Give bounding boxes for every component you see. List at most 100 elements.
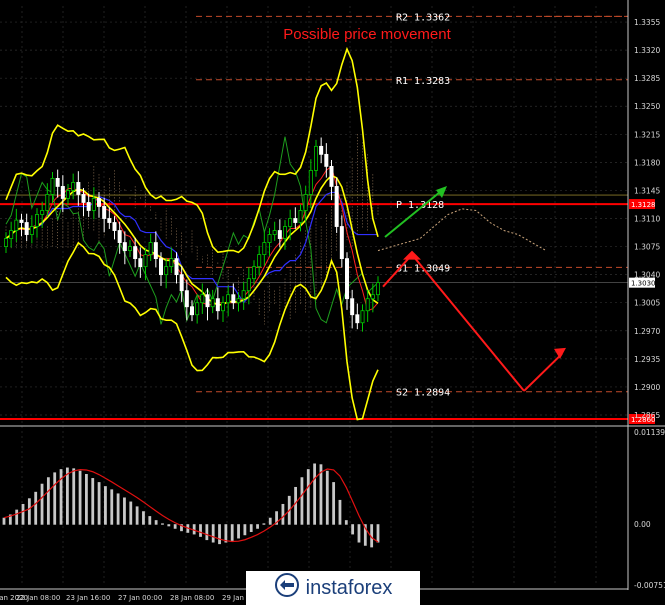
macd-bar (2, 517, 6, 525)
macd-bar (21, 503, 25, 525)
candle-body (251, 266, 256, 280)
instaforex-watermark: instaforex (246, 571, 420, 605)
macd-bar (243, 524, 247, 536)
forecast-arrowhead-up (403, 250, 421, 260)
candle-body (334, 186, 339, 227)
macd-bar (376, 524, 380, 543)
candle-body (375, 282, 380, 296)
candle-body (303, 194, 308, 211)
macd-bar (72, 468, 76, 525)
level-label-R2: R2 1.3362 (396, 12, 450, 23)
candle-body (66, 190, 71, 199)
price-tick-label: 1.3040 (634, 271, 660, 280)
candle-body (4, 238, 9, 247)
candle-body (288, 218, 293, 227)
candle-body (133, 246, 138, 260)
candle-body (153, 242, 158, 260)
candle-body (19, 219, 24, 223)
forecast-arrowhead (554, 347, 566, 359)
level-label-R1: R1 1.3283 (396, 76, 450, 87)
candle-body (45, 194, 50, 211)
macd-bar (53, 472, 57, 525)
macd-bar (313, 463, 317, 525)
macd-bar (249, 524, 253, 532)
macd-bar (351, 524, 355, 535)
pivot-levels: R2 1.3362R1 1.3283P 1.3128S1 1.3049S2 1.… (0, 12, 656, 424)
candle-body (277, 230, 282, 239)
macd-bar (104, 486, 107, 525)
candle-body (200, 294, 205, 304)
candle-body (35, 214, 40, 227)
bullish-arrow (384, 191, 441, 238)
candle-body (14, 219, 19, 231)
ichimoku-cloud (5, 134, 547, 325)
chart-title: Possible price movement (283, 26, 451, 43)
macd-bar (294, 486, 297, 525)
macd-bar (306, 469, 310, 525)
macd-bar (78, 470, 82, 525)
price-tick-label: 1.3215 (634, 130, 660, 139)
macd-bar (110, 489, 114, 525)
candle-body (138, 258, 143, 268)
macd-bar (161, 523, 164, 525)
price-tick-label: 1.3355 (634, 18, 660, 27)
candle-body (40, 210, 45, 215)
candle-body (174, 258, 179, 276)
candle-body (127, 246, 132, 251)
time-tick-label: 27 Jan 00:00 (118, 594, 162, 602)
candle-body (262, 242, 267, 255)
macd-bar (15, 509, 19, 525)
candle-body (236, 298, 241, 304)
cloud-projection (377, 208, 547, 252)
forecast-segment (523, 353, 563, 392)
macd-bar (237, 524, 240, 539)
candle-body (184, 290, 189, 308)
price-tick-label: 1.2935 (634, 355, 660, 364)
macd-bar (325, 470, 329, 525)
candle-body (241, 290, 246, 300)
candle-body (112, 222, 117, 231)
candle-body (97, 198, 102, 207)
candle-body (272, 230, 277, 235)
candle-body (71, 182, 76, 191)
macd-tick-label: -0.00751 (634, 581, 665, 590)
macd-bar (205, 524, 209, 541)
macd-bar (268, 517, 272, 525)
candle-body (122, 242, 127, 251)
candle-body (24, 222, 29, 235)
candle-body (257, 254, 262, 268)
candle-body (329, 165, 334, 187)
macd-bar (129, 501, 133, 525)
forecast-arrows (382, 186, 566, 392)
candle-body (246, 278, 251, 292)
macd-bar (148, 516, 152, 525)
candle-body (86, 202, 91, 211)
price-tick-label: 1.3180 (634, 158, 660, 167)
macd-bar (85, 474, 88, 525)
candle-body (370, 294, 375, 300)
candle-body (29, 226, 34, 235)
price-tick-label: 1.3145 (634, 186, 660, 195)
candle-body (210, 298, 215, 308)
macd-bar (116, 493, 120, 525)
candle-body (298, 210, 303, 223)
ichimoku-chikou-line (5, 136, 379, 325)
candle-body (365, 298, 370, 312)
candle-body (313, 145, 318, 171)
candle-body (226, 294, 231, 304)
candle-body (344, 258, 349, 300)
macd-bar (142, 511, 145, 525)
macd-bar (65, 467, 69, 525)
macd-bar (34, 491, 38, 525)
price-tick-label: 1.3075 (634, 243, 660, 252)
candle-body (339, 226, 344, 260)
candle-body (143, 254, 148, 268)
macd-bar (173, 524, 177, 529)
macd-bar (218, 524, 221, 545)
macd-bar (97, 482, 101, 525)
macd-bar (27, 498, 31, 525)
candle-body (308, 169, 313, 195)
price-chart: R2 1.3362R1 1.3283P 1.3128S1 1.3049S2 1.… (0, 0, 665, 602)
candle-body (324, 153, 329, 167)
brand-text: instaforex (305, 576, 393, 599)
